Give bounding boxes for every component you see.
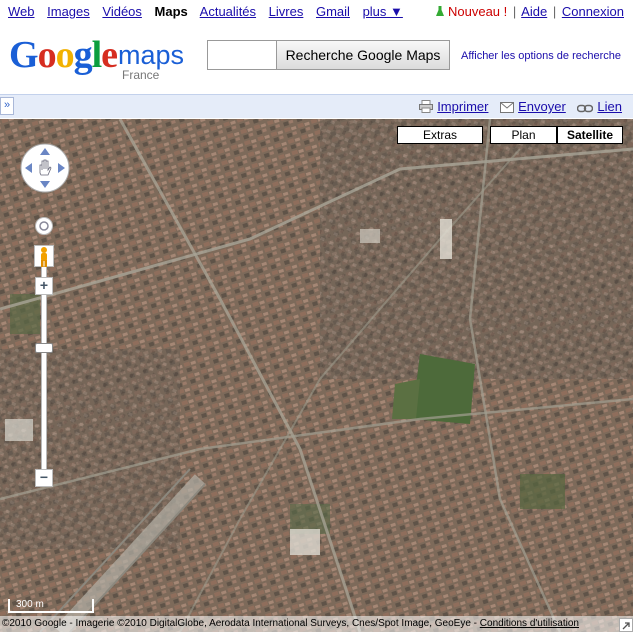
satellite-imagery (0, 119, 633, 632)
link-link[interactable]: Lien (597, 99, 622, 114)
map-type-satellite-button[interactable]: Satellite (557, 126, 623, 144)
nav-link-news[interactable]: Actualités (200, 4, 256, 19)
terms-of-use-link[interactable]: Conditions d'utilisation (480, 618, 579, 629)
circle-icon (39, 221, 49, 231)
logo-country-label: France (122, 68, 160, 82)
overview-map-toggle[interactable] (619, 618, 633, 632)
corner-arrow-icon (622, 622, 630, 630)
header: Google maps France Recherche Google Maps… (0, 28, 633, 88)
nav-link-web[interactable]: Web (8, 4, 35, 19)
reset-view-button[interactable] (35, 217, 53, 235)
collapse-panel-button[interactable]: » (0, 97, 14, 115)
sign-in-link[interactable]: Connexion (562, 4, 624, 19)
street-view-pegman[interactable] (34, 245, 54, 267)
logo-maps-wordmark: maps (118, 40, 185, 70)
zoom-slider-thumb[interactable] (35, 343, 53, 353)
search-input[interactable] (207, 40, 276, 70)
help-link[interactable]: Aide (521, 4, 547, 19)
nav-more-menu[interactable]: plus ▼ (363, 4, 403, 19)
print-link[interactable]: Imprimer (437, 99, 488, 114)
attribution-text: ©2010 Google - Imagerie ©2010 DigitalGlo… (2, 618, 478, 629)
envelope-icon (500, 102, 515, 113)
nav-link-images[interactable]: Images (47, 4, 90, 19)
map-type-extras-button[interactable]: Extras (397, 126, 483, 144)
send-link[interactable]: Envoyer (518, 99, 566, 114)
printer-icon (419, 100, 434, 113)
chain-link-icon (577, 104, 594, 113)
nav-link-books[interactable]: Livres (269, 4, 304, 19)
pegman-icon (41, 247, 47, 267)
labs-flask-icon (435, 6, 444, 16)
map-type-plan-button[interactable]: Plan (490, 126, 557, 144)
nav-link-videos[interactable]: Vidéos (102, 4, 142, 19)
top-navigation-bar: Web Images Vidéos Maps Actualités Livres… (0, 0, 633, 24)
google-logo[interactable]: Google (9, 36, 118, 74)
product-links: Web Images Vidéos Maps Actualités Livres… (8, 4, 412, 19)
satellite-map[interactable]: Extras Plan Satellite + − 300 m ©2010 Go… (0, 119, 633, 632)
pan-control[interactable] (20, 143, 70, 193)
search-button[interactable]: Recherche Google Maps (276, 40, 450, 70)
zoom-out-button[interactable]: − (35, 469, 53, 487)
whats-new-link[interactable]: Nouveau ! (448, 4, 507, 19)
map-attribution: ©2010 Google - Imagerie ©2010 DigitalGlo… (0, 616, 633, 632)
zoom-in-button[interactable]: + (35, 277, 53, 295)
separator: | (512, 4, 517, 19)
map-toolbar: » Imprimer Envoyer Lien (0, 94, 633, 118)
search-options-link[interactable]: Afficher les options de recherche (461, 50, 621, 62)
nav-current-maps: Maps (154, 4, 188, 19)
nav-link-gmail[interactable]: Gmail (316, 4, 350, 19)
scale-label: 300 m (16, 599, 44, 610)
separator: | (552, 4, 557, 19)
account-links: Nouveau ! | Aide | Connexion (435, 4, 624, 19)
toolbar-actions: Imprimer Envoyer Lien (419, 99, 622, 114)
